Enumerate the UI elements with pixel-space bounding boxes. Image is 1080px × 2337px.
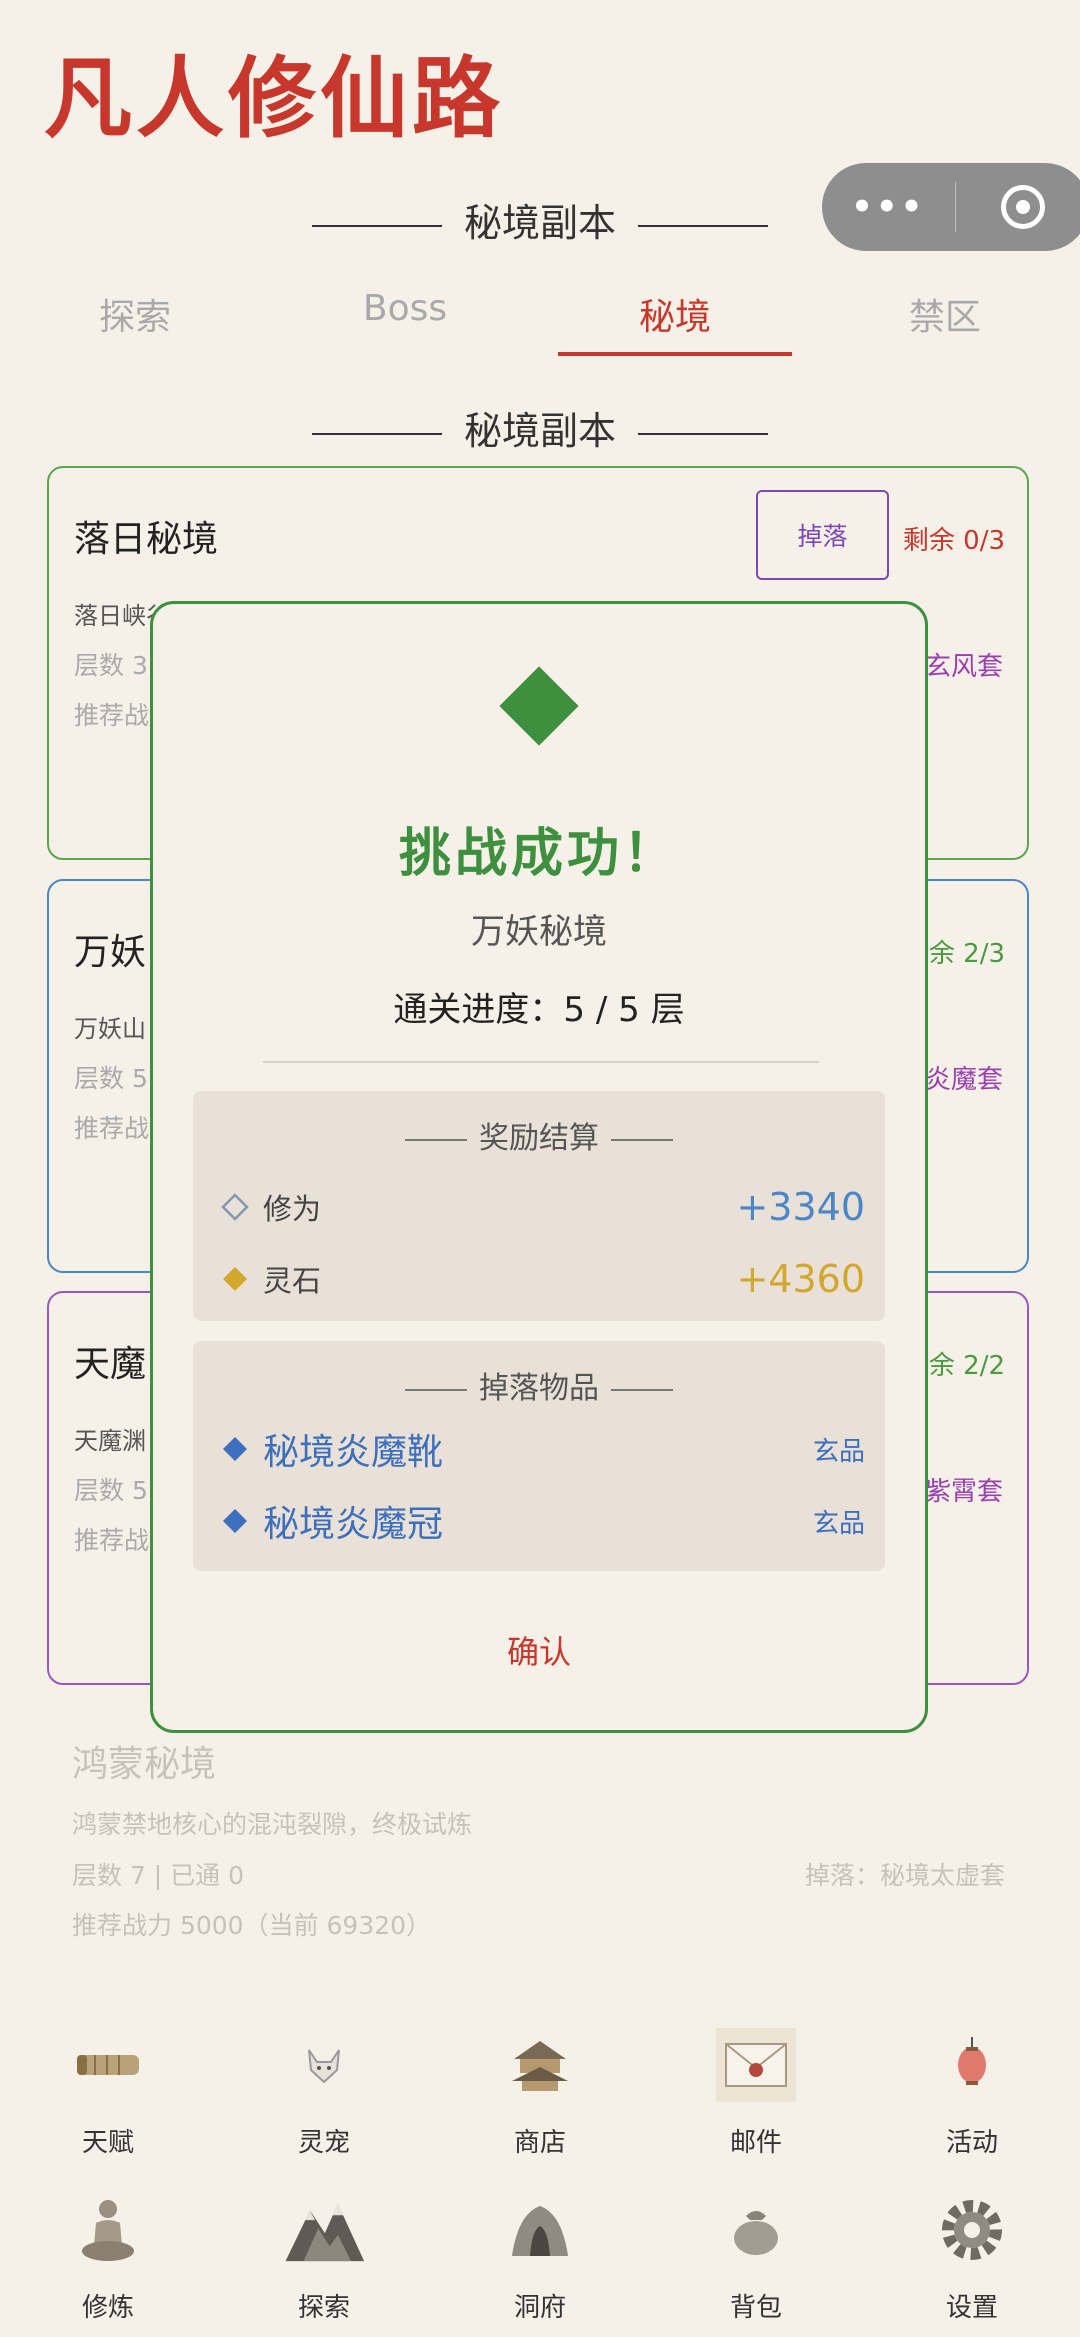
gear-icon — [927, 2185, 1017, 2275]
dungeon-name: 万妖秘境 — [471, 912, 607, 952]
nav-label: 活动 — [945, 2128, 998, 2158]
tab-secret-realm[interactable]: 秘境 — [540, 280, 810, 360]
nav-cave[interactable]: 洞府 — [432, 2175, 648, 2337]
drop-item-grade: 玄品 — [812, 1508, 865, 1539]
nav-talent[interactable]: 天赋 — [0, 2010, 216, 2175]
dungeon-name: 落日秘境 — [74, 519, 219, 560]
divider — [263, 1061, 819, 1063]
dungeon-name: 万妖 — [74, 932, 147, 973]
remaining-count: 余 2/3 — [928, 939, 1005, 969]
tab-boss[interactable]: Boss — [270, 280, 540, 360]
bottom-navigation: 天赋 灵宠 商店 邮件 活动 修炼 探索 洞府 背包 设置 — [0, 2010, 1080, 2337]
recommended-power: 推荐战 — [74, 701, 150, 730]
drop-item-row[interactable]: 秘境炎魔靴 玄品 — [221, 1419, 865, 1479]
blue-diamond-icon — [223, 1437, 247, 1461]
nav-label: 修炼 — [81, 2293, 134, 2323]
result-modal: 挑战成功！ 万妖秘境 通关进度：5 / 5 层 奖励结算 修为 +3340 灵石… — [150, 601, 928, 1733]
lantern-icon — [927, 2020, 1017, 2110]
blue-diamond-icon — [223, 1509, 247, 1533]
mountain-icon — [279, 2185, 369, 2275]
rewards-panel: 奖励结算 修为 +3340 灵石 +4360 — [193, 1091, 885, 1321]
nav-label: 设置 — [945, 2293, 998, 2323]
nav-explore[interactable]: 探索 — [216, 2175, 432, 2337]
nav-bag[interactable]: 背包 — [648, 2175, 864, 2337]
tab-forbidden-zone[interactable]: 禁区 — [810, 280, 1080, 360]
nav-label: 天赋 — [81, 2128, 134, 2158]
rewards-title-text: 奖励结算 — [479, 1121, 599, 1156]
reward-label: 修为 — [263, 1192, 322, 1226]
list-heading-text: 秘境副本 — [463, 409, 616, 453]
reward-row: 灵石 +4360 — [221, 1249, 865, 1309]
confirm-button[interactable]: 确认 — [153, 1627, 925, 1673]
drops-panel: 掉落物品 秘境炎魔靴 玄品 秘境炎魔冠 玄品 — [193, 1341, 885, 1571]
top-heading: 秘境副本 — [0, 192, 1080, 247]
success-diamond-icon — [499, 666, 579, 746]
remaining-count: 剩余 0/3 — [902, 526, 1005, 556]
drop-set: 掉落：秘境太虚套 — [804, 1861, 1005, 1890]
fox-icon — [279, 2020, 369, 2110]
drop-item-name: 秘境炎魔靴 — [263, 1432, 444, 1473]
reward-value: +3340 — [736, 1185, 865, 1229]
layer-count: 层数 5 — [74, 1476, 148, 1505]
nav-label: 商店 — [513, 2128, 566, 2158]
dungeon-description: 万妖山 — [74, 1015, 146, 1043]
recommended-power: 推荐战力 5000（当前 69320） — [72, 1911, 432, 1940]
top-heading-text: 秘境副本 — [463, 201, 616, 245]
nav-label: 洞府 — [513, 2293, 566, 2323]
reward-label: 灵石 — [263, 1264, 322, 1298]
drop-set: 紫霄套 — [924, 1477, 1003, 1507]
recommended-power: 推荐战 — [74, 1114, 150, 1143]
layer-count: 层数 7 | 已通 0 — [72, 1861, 245, 1890]
nav-pet[interactable]: 灵宠 — [216, 2010, 432, 2175]
modal-title: 挑战成功！ — [398, 824, 679, 884]
clear-progress: 通关进度：5 / 5 层 — [393, 990, 685, 1030]
nav-label: 邮件 — [729, 2128, 782, 2158]
reward-row: 修为 +3340 — [221, 1177, 865, 1237]
tab-bar: 探索 Boss 秘境 禁区 — [0, 280, 1080, 360]
nav-label: 背包 — [729, 2293, 782, 2323]
list-heading: 秘境副本 — [0, 400, 1080, 455]
recommended-power: 推荐战 — [74, 1526, 150, 1555]
drop-set: 玄风套 — [924, 652, 1003, 682]
rewards-title: 奖励结算 — [193, 1113, 885, 1157]
nav-activity[interactable]: 活动 — [864, 2010, 1080, 2175]
pavilion-icon — [495, 2020, 585, 2110]
dungeon-name: 鸿蒙秘境 — [72, 1744, 217, 1785]
nav-label: 探索 — [297, 2293, 350, 2323]
layer-count: 层数 3 — [74, 651, 148, 680]
bag-icon — [711, 2185, 801, 2275]
drop-button[interactable]: 掉落 — [756, 490, 889, 580]
nav-mail[interactable]: 邮件 — [648, 2010, 864, 2175]
gold-diamond-icon — [223, 1267, 247, 1291]
drop-item-name: 秘境炎魔冠 — [263, 1504, 444, 1545]
app-title: 凡人修仙路 — [44, 46, 505, 150]
drops-title: 掉落物品 — [193, 1363, 885, 1407]
tab-explore[interactable]: 探索 — [0, 280, 270, 360]
nav-shop[interactable]: 商店 — [432, 2010, 648, 2175]
scroll-icon — [63, 2020, 153, 2110]
drops-title-text: 掉落物品 — [479, 1371, 599, 1406]
meditation-icon — [63, 2185, 153, 2275]
remaining-count: 余 2/2 — [928, 1351, 1005, 1381]
drop-item-row[interactable]: 秘境炎魔冠 玄品 — [221, 1491, 865, 1551]
dungeon-description: 鸿蒙禁地核心的混沌裂隙，终极试炼 — [72, 1810, 473, 1839]
envelope-icon — [711, 2020, 801, 2110]
cave-icon — [495, 2185, 585, 2275]
dungeon-name: 天魔 — [74, 1344, 147, 1385]
nav-settings[interactable]: 设置 — [864, 2175, 1080, 2337]
drop-set: 炎魔套 — [924, 1065, 1003, 1095]
layer-count: 层数 5 — [74, 1064, 148, 1093]
hollow-diamond-icon — [221, 1193, 249, 1221]
drop-item-grade: 玄品 — [812, 1436, 865, 1467]
dungeon-description: 天魔渊 — [74, 1427, 146, 1455]
nav-label: 灵宠 — [297, 2128, 350, 2158]
nav-cultivate[interactable]: 修炼 — [0, 2175, 216, 2337]
reward-value: +4360 — [736, 1257, 865, 1301]
